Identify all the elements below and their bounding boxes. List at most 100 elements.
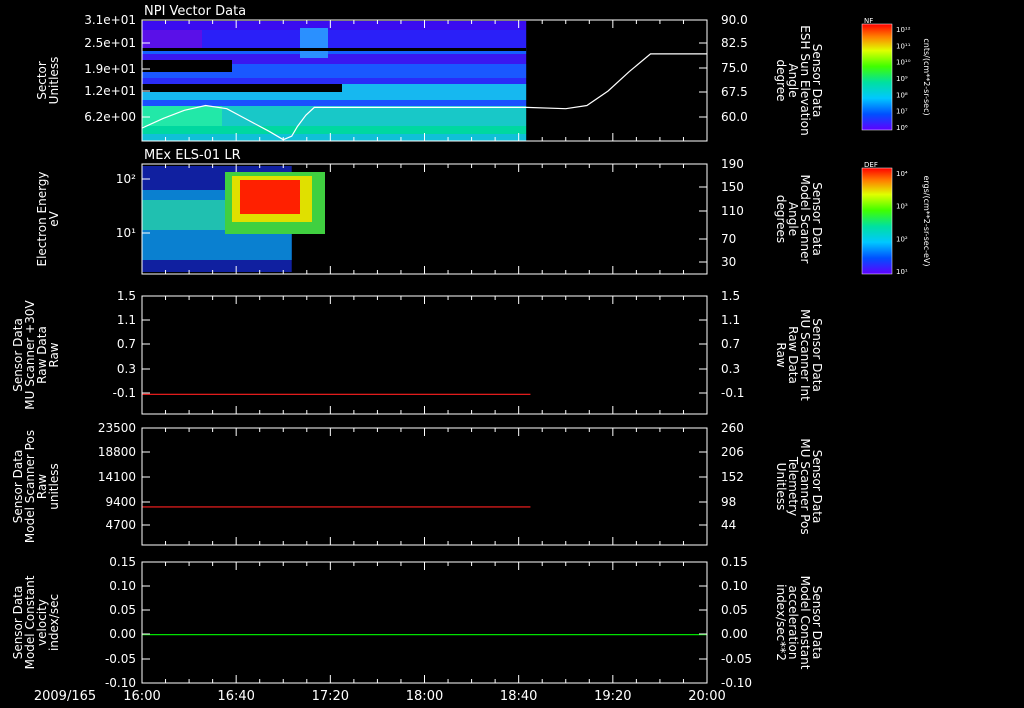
y-left-label-line: eV	[47, 210, 61, 226]
y-right-tick-label: 30	[721, 255, 736, 269]
time-tick-label: 18:00	[406, 689, 443, 704]
y-left-tick-label: 1.1	[117, 313, 136, 327]
colorbar-2	[861, 167, 893, 275]
colorbar-tick-label: 10¹	[896, 268, 908, 276]
y-right-tick-label: 1.5	[721, 289, 740, 303]
y-left-tick-label: 3.1e+01	[84, 13, 136, 27]
y-right-tick-label: 0.10	[721, 579, 748, 593]
npi-gap-c	[142, 48, 527, 51]
y-right-label: Sensor DataESH Sun ElevationAngledegree	[774, 25, 824, 135]
y-right-tick-label: 0.3	[721, 362, 740, 376]
y-left-label-line: unitless	[47, 463, 61, 509]
y-left-tick-label: 14100	[98, 470, 136, 484]
y-right-tick-label: -0.05	[721, 652, 752, 666]
y-right-tick-label: 44	[721, 518, 736, 532]
y-right-tick-label: 67.5	[721, 85, 748, 99]
time-tick-label: 20:00	[688, 689, 725, 704]
y-right-tick-label: 0.00	[721, 627, 748, 641]
y-right-tick-label: 60.0	[721, 110, 748, 124]
y-left-tick-label: 4700	[105, 518, 136, 532]
npi-band-5	[142, 78, 527, 84]
y-right-tick-label: 260	[721, 421, 744, 435]
y-left-label: Electron EnergyeV	[35, 171, 61, 266]
y-right-tick-label: 152	[721, 470, 744, 484]
y-left-tick-label: 23500	[98, 421, 136, 435]
y-left-tick-label: 10¹	[116, 226, 136, 240]
y-right-tick-label: 75.0	[721, 61, 748, 75]
y-left-tick-label: 0.05	[109, 603, 136, 617]
y-right-label-line: degrees	[774, 195, 788, 243]
colorbar-tick-label: 10⁴	[896, 170, 908, 178]
y-left-tick-label: 1.2e+01	[84, 84, 136, 98]
colorbar-1	[861, 23, 893, 131]
y-right-label-line: index/sec**2	[774, 584, 788, 661]
npi-patch-a	[142, 30, 202, 48]
colorbar-title: NF	[864, 17, 873, 25]
colorbar-tick-label: 10¹⁰	[896, 59, 911, 67]
date-label: 2009/165	[34, 689, 96, 704]
y-left-tick-label: 2.5e+01	[84, 36, 136, 50]
y-right-tick-label: 1.1	[721, 313, 740, 327]
y-right-label: Sensor DataMU Scanner PosTelemetryUnitle…	[774, 438, 824, 534]
y-right-tick-label: 82.5	[721, 36, 748, 50]
y-right-tick-label: -0.1	[721, 386, 744, 400]
colorbar-title: DEF	[864, 161, 878, 169]
colorbar-tick-label: 10²	[896, 235, 908, 243]
time-tick-label: 16:40	[217, 689, 254, 704]
colorbar-unit: cnts/(cm**2-sr-sec)	[922, 38, 931, 115]
y-right-label-line: degree	[774, 59, 788, 101]
y-right-tick-label: 150	[721, 180, 744, 194]
colorbar-tick-label: 10⁷	[896, 108, 908, 116]
colorbar-tick-label: 10⁹	[896, 75, 908, 83]
time-tick-label: 17:20	[312, 689, 349, 704]
y-right-tick-label: 90.0	[721, 13, 748, 27]
y-left-label: Sensor DataMU Scanner +30VRaw DataRaw	[11, 300, 61, 410]
y-left-tick-label: 1.5	[117, 289, 136, 303]
y-right-label: Sensor DataMU Scanner IntRaw DataRaw	[774, 309, 824, 401]
panel-1-title: NPI Vector Data	[144, 4, 246, 19]
colorbar-tick-label: 10⁸	[896, 91, 908, 99]
colorbar-unit-label: ergs/(cm**2-sr-sec-eV)	[922, 175, 931, 266]
time-tick-label: 16:00	[123, 689, 160, 704]
panel-2-title: MEx ELS-01 LR	[144, 148, 241, 163]
y-left-label: Sensor DataModel Scanner PosRawunitless	[11, 430, 61, 543]
y-left-tick-label: 0.00	[109, 627, 136, 641]
colorbar-tick-label: 10⁶	[896, 124, 908, 132]
y-right-tick-label: 0.15	[721, 555, 748, 569]
y-right-label-line: Raw	[774, 342, 788, 367]
y-left-tick-label: -0.10	[105, 676, 136, 690]
spectrogram-layer	[142, 21, 527, 272]
y-left-label: Sensor DataModel Constantvelocityindex/s…	[11, 575, 61, 669]
colorbar-tick-label: 10¹¹	[896, 42, 911, 50]
y-left-label-line: Raw	[47, 342, 61, 367]
panel-5-frame	[141, 561, 708, 684]
npi-band-9	[142, 126, 527, 134]
npi-gap-a	[142, 60, 232, 72]
y-left-tick-label: 0.10	[109, 579, 136, 593]
y-right-label: Sensor DataModel Constantaccelerationind…	[774, 576, 824, 670]
y-left-tick-label: 18800	[98, 445, 136, 459]
y-left-tick-label: -0.05	[105, 652, 136, 666]
colorbar-unit-label: cnts/(cm**2-sr-sec)	[922, 38, 931, 115]
y-left-tick-label: 0.15	[109, 555, 136, 569]
y-right-tick-label: -0.10	[721, 676, 752, 690]
y-left-label-line: Unitless	[47, 57, 61, 105]
y-right-tick-label: 190	[721, 157, 744, 171]
npi-patch-b	[300, 28, 328, 58]
npi-band-7	[142, 100, 527, 106]
y-right-tick-label: 98	[721, 495, 736, 509]
y-left-tick-label: 1.9e+01	[84, 62, 136, 76]
time-tick-label: 19:20	[594, 689, 631, 704]
y-left-tick-label: 0.7	[117, 337, 136, 351]
els-low-energy	[142, 200, 232, 230]
npi-band-0	[142, 21, 527, 30]
stacked-time-series-chart: 3.1e+01 2.5e+01 1.9e+01 1.2e+01 6.2e+00 90.0 8…	[11, 4, 931, 704]
colorbar-tick-label: 10¹²	[896, 26, 911, 34]
time-tick-label: 18:40	[500, 689, 537, 704]
panel-4-frame	[141, 427, 708, 546]
y-right-tick-label: 70	[721, 232, 736, 246]
y-left-tick-label: -0.1	[113, 386, 136, 400]
y-right-label: Sensor DataModel ScannerAngledegrees	[774, 175, 824, 264]
els-burst-core	[240, 180, 300, 214]
y-left-label: SectorUnitless	[35, 57, 61, 105]
